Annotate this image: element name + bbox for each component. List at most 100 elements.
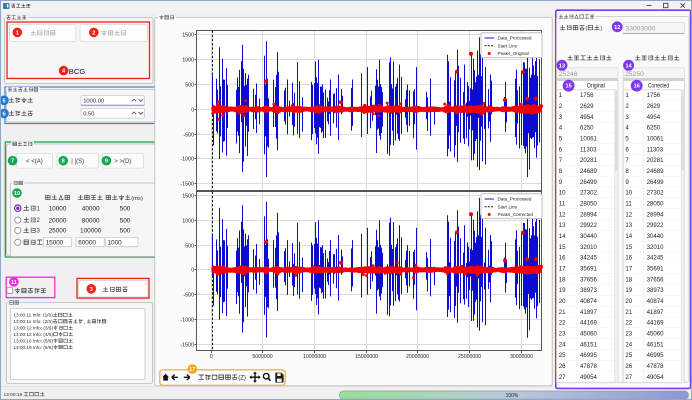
- svg-text:7: 7: [559, 157, 563, 164]
- svg-text:1000: 1000: [108, 240, 123, 247]
- svg-text:1: 1: [559, 92, 563, 99]
- svg-text:25: 25: [625, 352, 632, 359]
- svg-text:20281: 20281: [580, 157, 598, 164]
- svg-text:25000000: 25000000: [458, 354, 481, 360]
- svg-text:3: 3: [90, 287, 93, 293]
- svg-text:8: 8: [62, 159, 65, 165]
- svg-text:37656: 37656: [647, 276, 665, 283]
- svg-text:25248: 25248: [559, 71, 578, 78]
- svg-text:Original: Original: [587, 83, 605, 90]
- svg-text:-1500: -1500: [180, 181, 194, 187]
- svg-text:45060: 45060: [647, 331, 665, 338]
- svg-text:1: 1: [16, 30, 19, 36]
- svg-text:14: 14: [559, 233, 566, 240]
- svg-text:28050: 28050: [580, 201, 598, 208]
- svg-text:46151: 46151: [580, 341, 598, 348]
- svg-text:34245: 34245: [580, 255, 598, 262]
- svg-text:10061: 10061: [647, 136, 665, 143]
- svg-text:17: 17: [189, 367, 195, 373]
- svg-text:29922: 29922: [647, 222, 665, 229]
- svg-text:41897: 41897: [647, 309, 665, 316]
- svg-text:34245: 34245: [647, 255, 665, 262]
- svg-text:12: 12: [614, 25, 620, 31]
- svg-text:27302: 27302: [647, 190, 665, 197]
- svg-text:6250: 6250: [647, 125, 661, 132]
- svg-text:24689: 24689: [580, 168, 598, 175]
- svg-text:18: 18: [625, 276, 632, 283]
- svg-text:19: 19: [559, 287, 566, 294]
- svg-text:Start Line: Start Line: [498, 205, 518, 210]
- svg-text:47878: 47878: [580, 363, 598, 370]
- svg-text:(ms): (ms): [131, 196, 143, 202]
- svg-text:10061: 10061: [580, 136, 598, 143]
- svg-text:2629: 2629: [580, 103, 594, 110]
- svg-text:5000000: 5000000: [252, 354, 272, 360]
- svg-text:5: 5: [2, 98, 5, 104]
- svg-text:38973: 38973: [580, 287, 598, 294]
- svg-text:33003000: 33003000: [626, 25, 656, 32]
- svg-text:500: 500: [120, 206, 131, 213]
- svg-text:Peaks_Original: Peaks_Original: [498, 51, 529, 56]
- svg-text:> >(D): > >(D): [114, 159, 131, 165]
- svg-text:5: 5: [559, 136, 563, 143]
- svg-text:30000000: 30000000: [510, 354, 533, 360]
- svg-text:-1500: -1500: [180, 342, 194, 348]
- svg-text:17: 17: [625, 266, 632, 273]
- svg-text:35691: 35691: [580, 266, 598, 273]
- svg-text:11: 11: [11, 280, 17, 286]
- svg-text:0: 0: [191, 107, 194, 113]
- svg-text:49054: 49054: [647, 374, 665, 381]
- svg-text:24: 24: [625, 341, 632, 348]
- svg-text:7: 7: [11, 159, 14, 165]
- svg-text:0: 0: [210, 354, 213, 360]
- svg-text:(Z): (Z): [238, 376, 246, 382]
- svg-text:44169: 44169: [647, 320, 665, 327]
- svg-text:11303: 11303: [647, 146, 664, 153]
- svg-text:21: 21: [625, 309, 632, 316]
- svg-text:27302: 27302: [580, 190, 598, 197]
- svg-text:26499: 26499: [647, 179, 665, 186]
- svg-text:13:00:19: 13:00:19: [4, 392, 23, 398]
- svg-text:20: 20: [625, 298, 632, 305]
- svg-text:26: 26: [559, 363, 566, 370]
- svg-text:24689: 24689: [647, 168, 665, 175]
- svg-text:80000: 80000: [82, 217, 100, 224]
- svg-text:13:00:19 Info: (6/6): 13:00:19 Info: (6/6): [13, 345, 53, 350]
- svg-text:20000000: 20000000: [406, 354, 429, 360]
- svg-text:40874: 40874: [647, 298, 665, 305]
- svg-text:14: 14: [625, 63, 632, 69]
- svg-text:2629: 2629: [647, 103, 661, 110]
- svg-text:15000000: 15000000: [355, 354, 378, 360]
- svg-text:100000: 100000: [80, 228, 102, 235]
- svg-text:1500: 1500: [182, 32, 194, 38]
- svg-text:13:00:11 Info: (1/6): 13:00:11 Info: (1/6): [13, 313, 53, 318]
- svg-text:45060: 45060: [580, 331, 598, 338]
- svg-text:11: 11: [625, 201, 632, 208]
- svg-text:): ): [600, 26, 602, 32]
- svg-text:9: 9: [559, 179, 563, 186]
- svg-text:3: 3: [559, 114, 563, 121]
- svg-text:13:00:11 Info: (2/6): 13:00:11 Info: (2/6): [13, 319, 53, 324]
- svg-text:-1000: -1000: [180, 317, 194, 323]
- svg-text:40000: 40000: [82, 206, 100, 213]
- svg-text:1756: 1756: [647, 92, 661, 99]
- svg-text:27: 27: [559, 374, 566, 381]
- svg-text:1000: 1000: [182, 57, 194, 63]
- svg-text:20281: 20281: [647, 157, 665, 164]
- svg-text:8: 8: [559, 168, 563, 175]
- svg-text:0: 0: [191, 267, 194, 273]
- svg-text:30440: 30440: [580, 233, 598, 240]
- svg-text:23: 23: [559, 331, 566, 338]
- svg-text:17: 17: [559, 266, 566, 273]
- svg-text:46995: 46995: [647, 352, 665, 359]
- svg-text:41897: 41897: [580, 309, 598, 316]
- svg-text:20: 20: [559, 298, 566, 305]
- svg-text:Peaks_Corrected: Peaks_Corrected: [498, 212, 534, 217]
- svg-text:13: 13: [559, 222, 566, 229]
- svg-text:4954: 4954: [647, 114, 661, 121]
- svg-text:14: 14: [625, 233, 632, 240]
- svg-text:| |(S): | |(S): [71, 159, 84, 165]
- svg-text:27: 27: [625, 374, 632, 381]
- svg-text:4: 4: [559, 125, 563, 132]
- svg-text:21: 21: [559, 309, 566, 316]
